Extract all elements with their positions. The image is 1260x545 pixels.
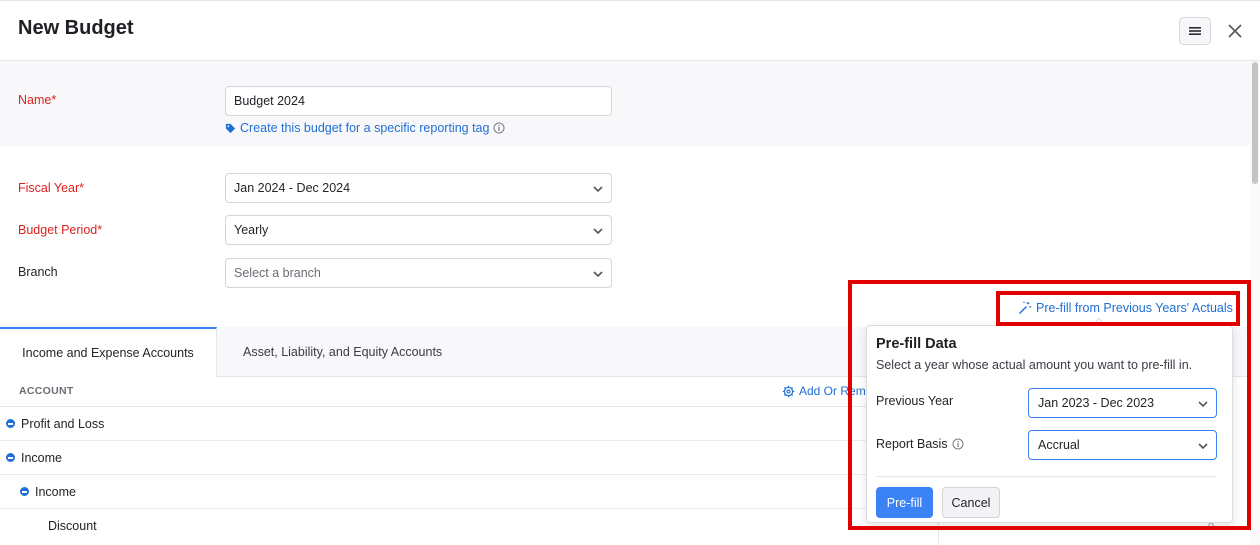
tab-income-expense-label: Income and Expense Accounts [22, 346, 194, 360]
table-header: ACCOUNT Add Or Remo [0, 377, 940, 407]
modal-header: New Budget [0, 0, 1260, 61]
hamburger-icon [1189, 27, 1201, 35]
page-title: New Budget [18, 17, 134, 39]
info-icon[interactable] [493, 122, 505, 134]
row-label: Income [21, 450, 62, 465]
tag-icon [225, 123, 236, 133]
row-label: Discount [48, 519, 97, 533]
row-label: Profit and Loss [21, 416, 105, 431]
fiscal-year-label: Fiscal Year* [18, 181, 85, 195]
close-icon[interactable] [1226, 22, 1244, 40]
account-column-header: ACCOUNT [19, 385, 74, 397]
name-label: Name* [18, 93, 57, 107]
branch-label: Branch [18, 265, 58, 279]
reporting-tag-link-label: Create this budget for a specific report… [240, 121, 490, 135]
budget-name-value: Budget 2024 [234, 94, 305, 108]
row-label: Income [35, 484, 76, 499]
table-row[interactable]: Discount [0, 509, 940, 543]
name-section [0, 61, 1250, 146]
budget-name-input[interactable]: Budget 2024 [225, 86, 612, 116]
table-row[interactable]: Income [0, 475, 940, 509]
table-row[interactable]: Income [0, 441, 940, 475]
gear-icon [782, 385, 795, 397]
collapse-icon[interactable] [20, 487, 29, 496]
collapse-icon[interactable] [6, 453, 15, 462]
branch-placeholder: Select a branch [234, 266, 321, 280]
scrollbar-thumb[interactable] [1252, 62, 1258, 184]
menu-button[interactable] [1179, 17, 1211, 45]
tab-income-expense[interactable]: Income and Expense Accounts [0, 327, 217, 377]
chevron-down-icon [593, 271, 603, 278]
reporting-tag-link[interactable]: Create this budget for a specific report… [225, 121, 505, 135]
budget-period-value: Yearly [234, 223, 269, 237]
tab-asset-liability-equity[interactable]: Asset, Liability, and Equity Accounts [243, 327, 442, 377]
chevron-down-icon [593, 228, 603, 235]
highlight-box-link [996, 291, 1240, 326]
fiscal-year-value: Jan 2024 - Dec 2024 [234, 181, 351, 195]
chevron-down-icon [593, 186, 603, 193]
collapse-icon[interactable] [6, 419, 15, 428]
fiscal-year-select[interactable]: Jan 2024 - Dec 2024 [225, 173, 612, 203]
budget-period-label: Budget Period* [18, 223, 103, 237]
budget-period-select[interactable]: Yearly [225, 215, 612, 245]
tab-asset-liability-equity-label: Asset, Liability, and Equity Accounts [243, 345, 443, 359]
table-row[interactable]: Profit and Loss [0, 407, 940, 441]
branch-select[interactable]: Select a branch [225, 258, 612, 288]
